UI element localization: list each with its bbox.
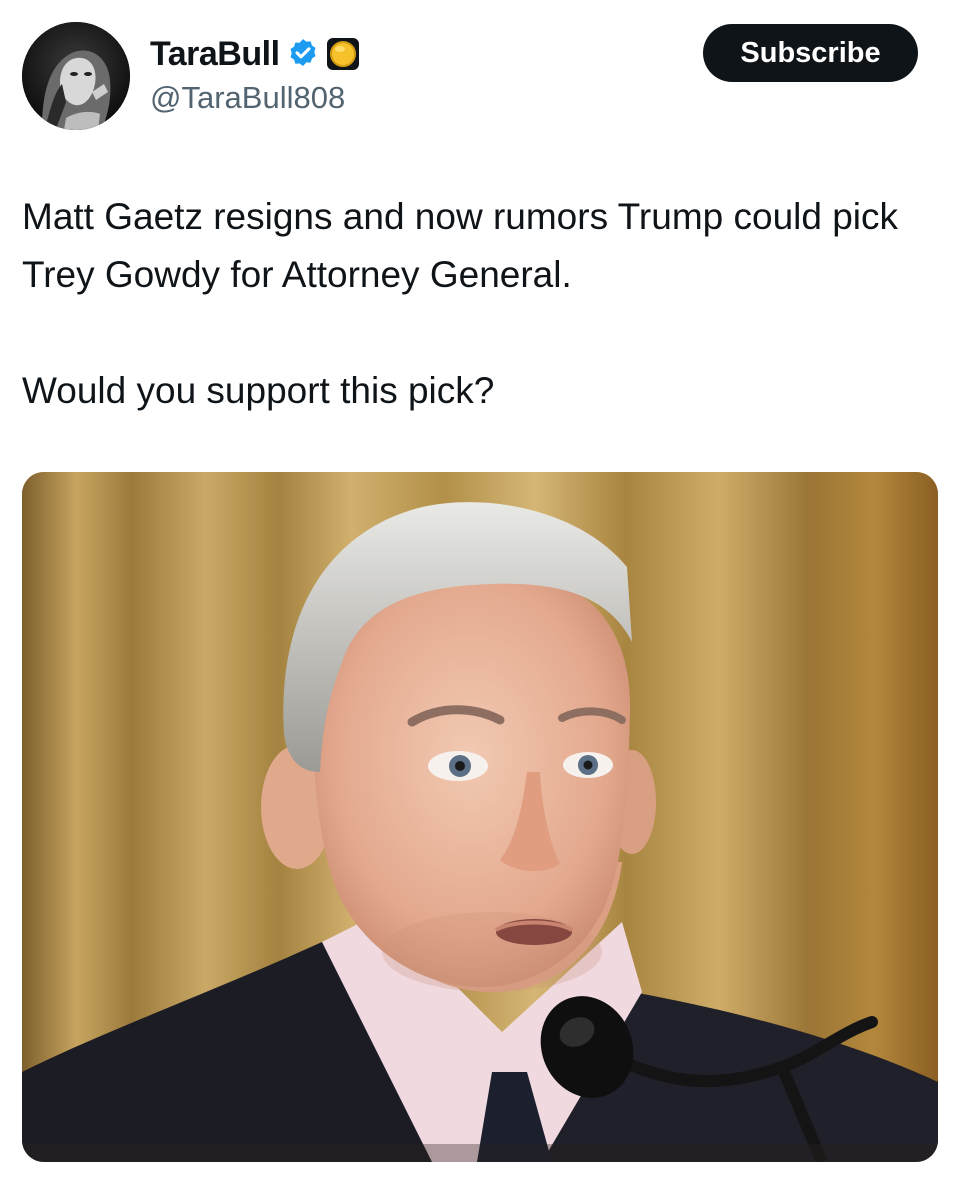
gold-coin-badge-icon[interactable] <box>326 37 360 71</box>
author-handle[interactable]: @TaraBull808 <box>150 80 360 116</box>
tweet-text: Matt Gaetz resigns and now rumors Trump … <box>22 196 899 411</box>
author-name-row: TaraBull <box>150 32 360 76</box>
verified-badge-icon[interactable] <box>286 37 320 71</box>
tweet-card: TaraBull @TaraBull808 Subscribe Matt Gae… <box>0 0 960 1200</box>
tweet-media-photo[interactable] <box>22 472 938 1162</box>
author-avatar[interactable] <box>22 22 130 130</box>
author-display-name[interactable]: TaraBull <box>150 35 280 74</box>
subscribe-button[interactable]: Subscribe <box>703 24 918 82</box>
author-block: TaraBull @TaraBull808 <box>150 32 360 116</box>
